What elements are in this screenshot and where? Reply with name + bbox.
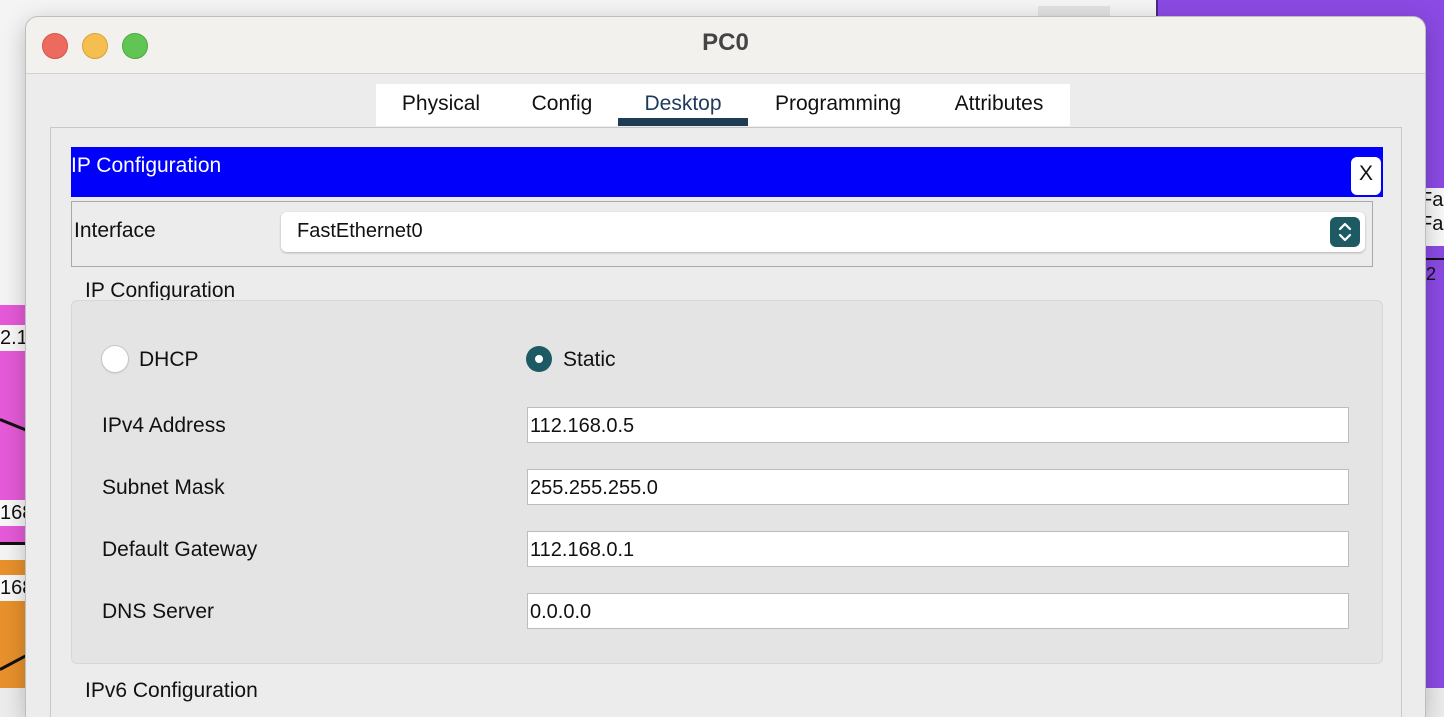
ip-config-header: IP Configuration X — [71, 147, 1383, 197]
desktop-panel: IP Configuration X Interface FastEtherne… — [50, 127, 1402, 717]
tab-config[interactable]: Config — [506, 84, 618, 126]
interface-select-value: FastEthernet0 — [297, 220, 423, 242]
pc0-window: PC0 Physical Config Desktop Programming … — [26, 17, 1425, 717]
static-label: Static — [563, 348, 616, 371]
dhcp-radio[interactable] — [102, 346, 128, 372]
window-title: PC0 — [702, 29, 749, 56]
select-stepper-icon[interactable] — [1330, 217, 1360, 247]
ipv4-address-label: IPv4 Address — [102, 414, 226, 437]
title-bar[interactable]: PC0 — [26, 17, 1425, 74]
subnet-mask-input[interactable]: 255.255.255.0 — [527, 469, 1349, 505]
dhcp-label: DHCP — [139, 348, 199, 371]
ipv6-config-section-title: IPv6 Configuration — [85, 679, 258, 702]
tab-programming[interactable]: Programming — [748, 84, 928, 126]
default-gateway-input[interactable]: 112.168.0.1 — [527, 531, 1349, 567]
static-radio[interactable] — [526, 346, 552, 372]
subnet-mask-label: Subnet Mask — [102, 476, 225, 499]
ip-config-box: DHCP Static IPv4 Address 112.168.0.5 Sub… — [71, 300, 1383, 664]
tab-bar: Physical Config Desktop Programming Attr… — [376, 84, 1070, 126]
close-ip-config-button[interactable]: X — [1351, 157, 1381, 195]
ip-config-header-title: IP Configuration — [71, 154, 222, 177]
tab-physical[interactable]: Physical — [376, 84, 506, 126]
dns-server-label: DNS Server — [102, 600, 215, 623]
workspace-right-glyph: 2 — [1426, 264, 1437, 284]
tab-attributes[interactable]: Attributes — [928, 84, 1070, 126]
default-gateway-label: Default Gateway — [102, 538, 258, 561]
dns-server-input[interactable]: 0.0.0.0 — [527, 593, 1349, 629]
interface-row: Interface FastEthernet0 — [71, 201, 1373, 267]
interface-label: Interface — [74, 219, 156, 242]
tab-desktop[interactable]: Desktop — [618, 84, 748, 126]
ipv4-address-input[interactable]: 112.168.0.5 — [527, 407, 1349, 443]
interface-select[interactable]: FastEthernet0 — [281, 212, 1365, 252]
